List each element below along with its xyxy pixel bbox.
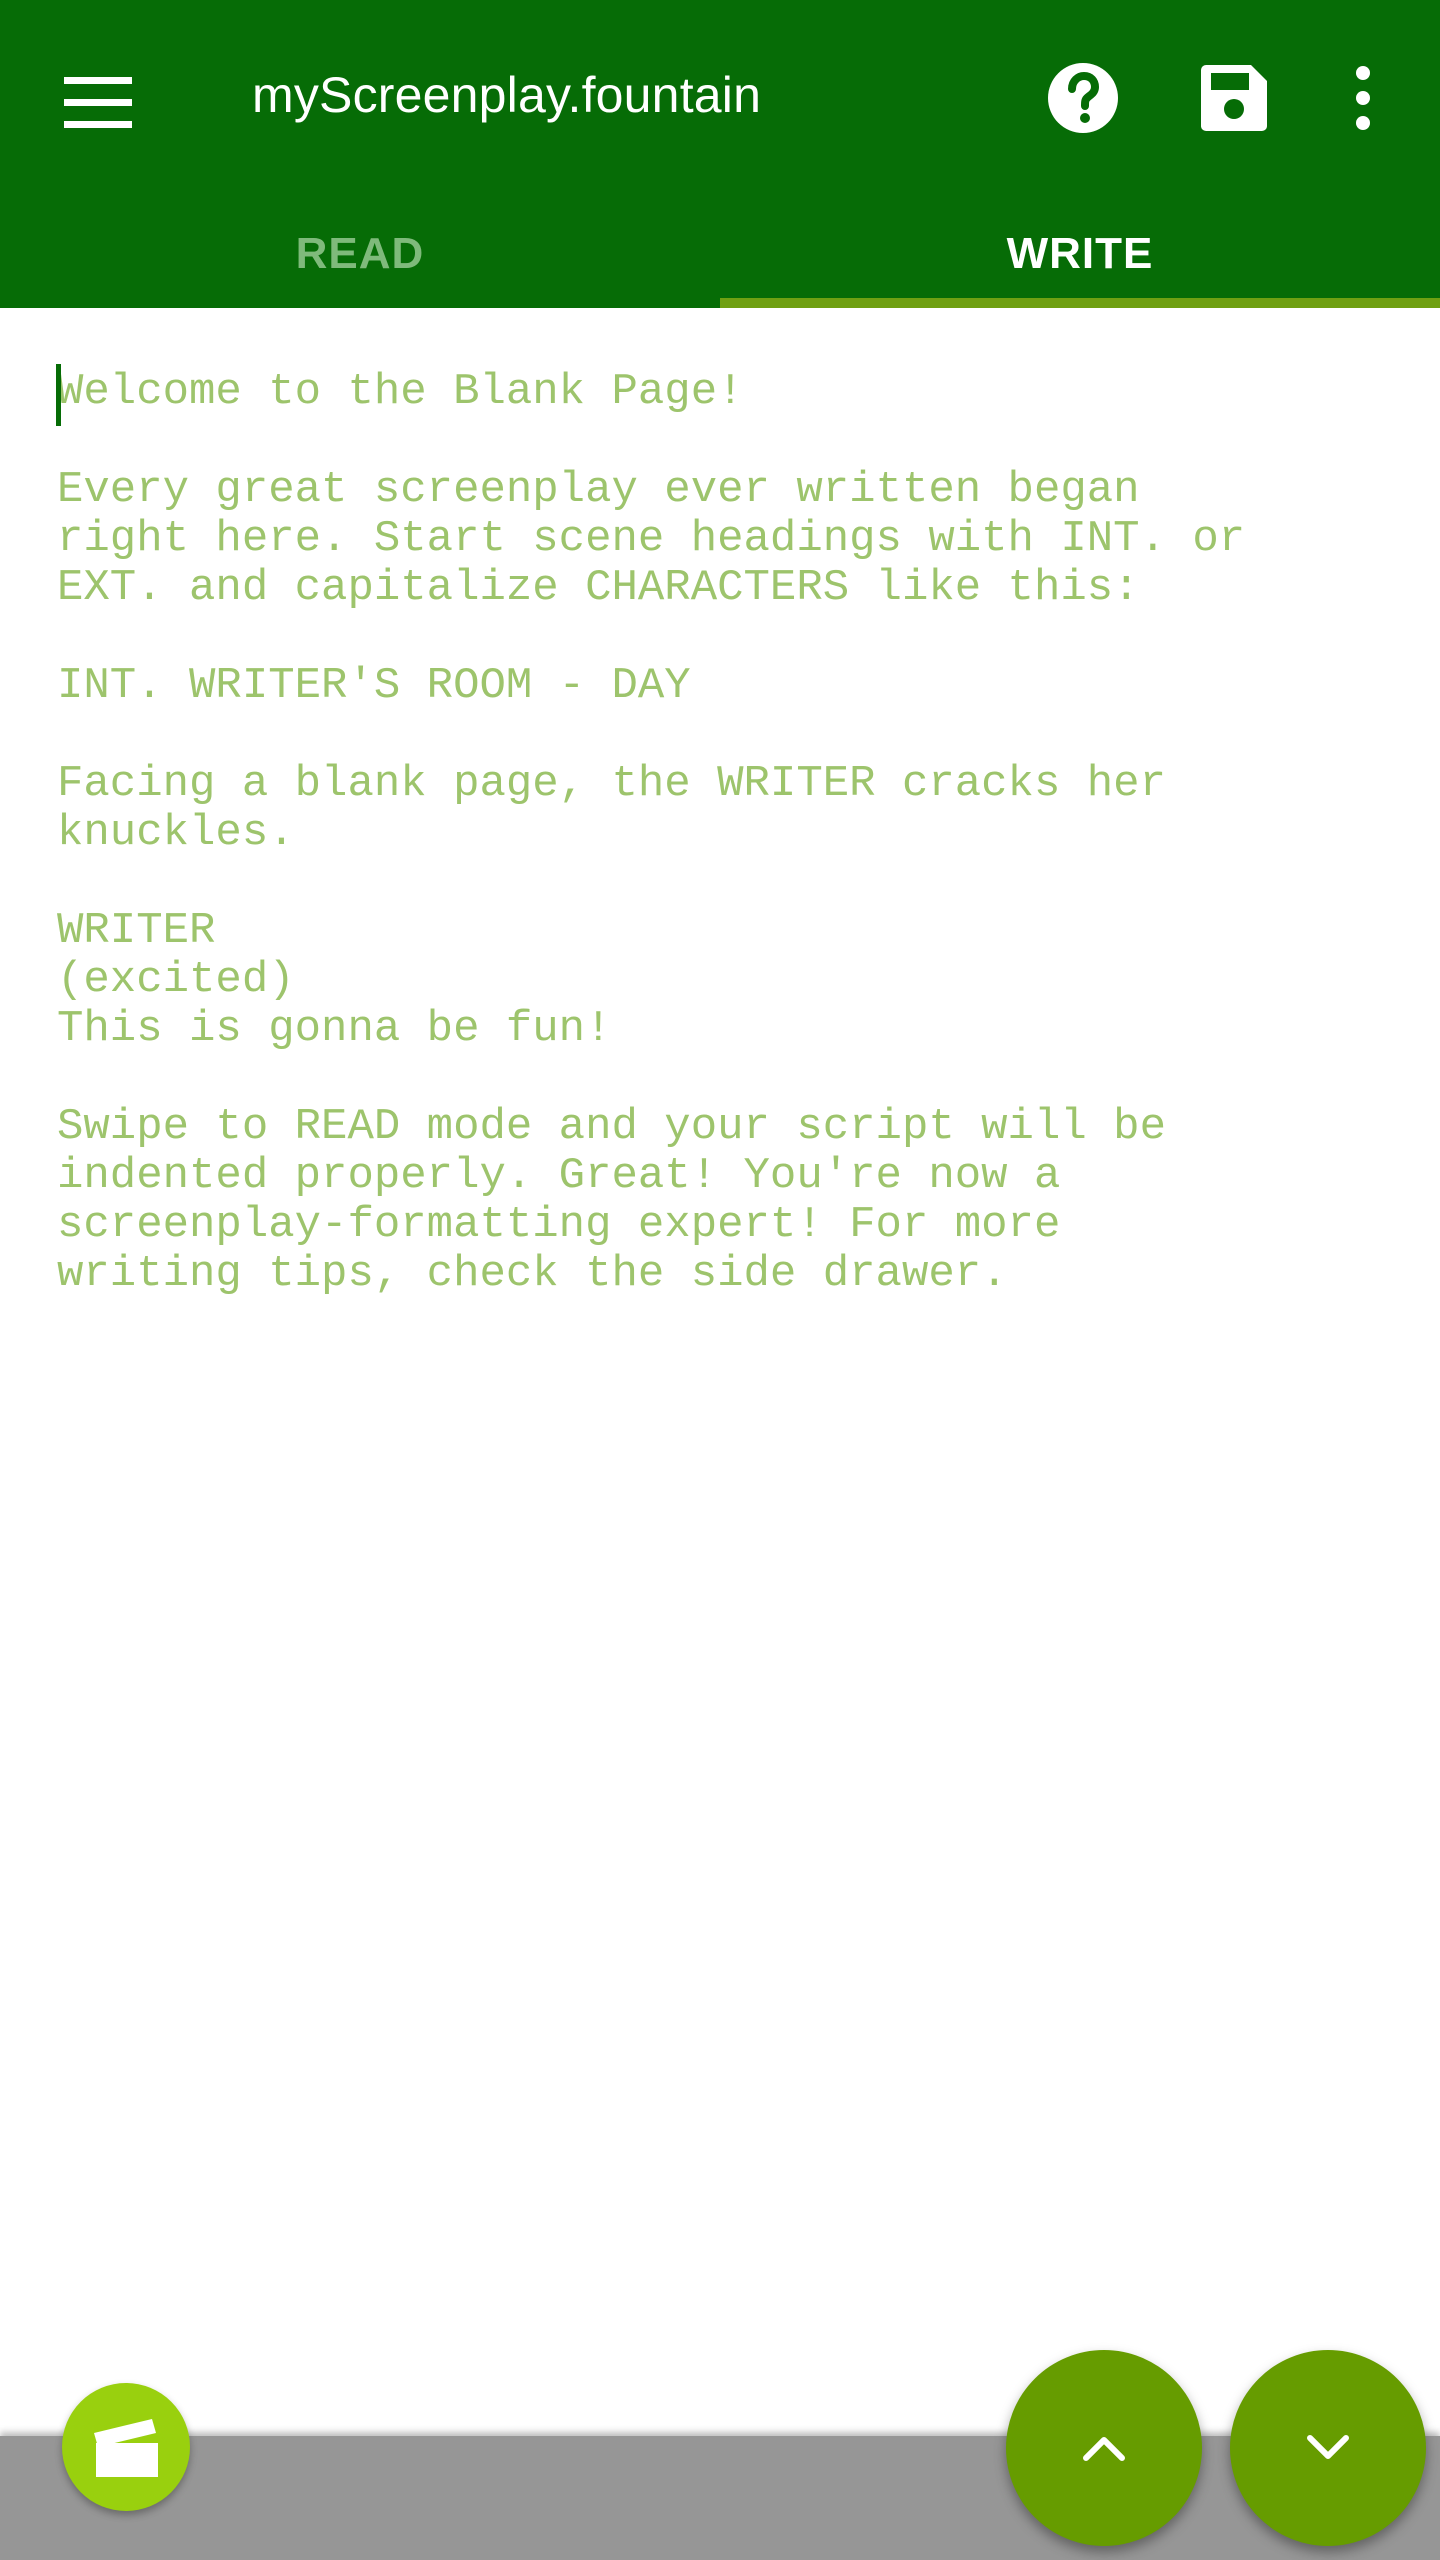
tab-read[interactable]: READ (0, 200, 720, 308)
mode-tabs: READ WRITE (0, 200, 1440, 308)
clapperboard-button[interactable] (62, 2383, 190, 2511)
bottom-bar (0, 2436, 1440, 2560)
tab-selected-indicator (720, 298, 1440, 308)
hamburger-menu-icon (64, 77, 132, 128)
text-cursor (56, 364, 61, 426)
more-vert-icon (1356, 66, 1370, 130)
more-options-button[interactable] (1315, 50, 1411, 146)
floppy-disk-icon (1201, 65, 1267, 131)
clapperboard-icon (94, 2419, 158, 2477)
document-title: myScreenplay.fountain (252, 67, 762, 123)
help-circle-icon (1048, 63, 1118, 133)
chevron-down-icon (1307, 2435, 1349, 2459)
tab-write[interactable]: WRITE (720, 200, 1440, 308)
help-button[interactable] (1035, 50, 1131, 146)
scroll-up-button[interactable] (1006, 2350, 1202, 2546)
scroll-down-button[interactable] (1230, 2350, 1426, 2546)
script-editor[interactable]: Welcome to the Blank Page! Every great s… (0, 308, 1440, 2428)
app-bar: myScreenplay.fountain (0, 0, 1440, 200)
editor-text[interactable]: Welcome to the Blank Page! Every great s… (57, 368, 1397, 1299)
menu-button[interactable] (50, 55, 146, 151)
chevron-up-icon (1083, 2437, 1125, 2461)
save-button[interactable] (1186, 50, 1282, 146)
